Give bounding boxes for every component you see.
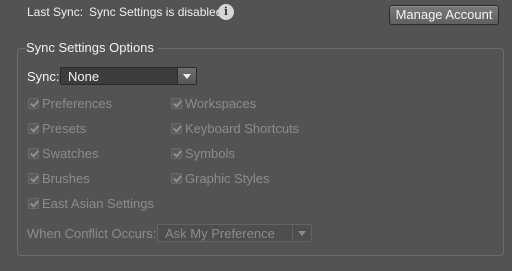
checkmark-icon[interactable] (171, 98, 182, 109)
checkmark-icon[interactable] (28, 98, 39, 109)
checkbox-label: Presets (42, 121, 87, 136)
checkmark-icon[interactable] (28, 148, 39, 159)
checkbox-label: Brushes (42, 171, 90, 186)
checkmark-icon[interactable] (28, 123, 39, 134)
conflict-dropdown-value: Ask My Preference (165, 226, 275, 241)
sync-label: Sync: (27, 69, 60, 84)
checkbox-label: Symbols (185, 146, 235, 161)
conflict-label: When Conflict Occurs: (27, 226, 157, 241)
checkbox-label: Swatches (42, 146, 99, 161)
checkmark-icon[interactable] (171, 148, 182, 159)
chevron-down-icon[interactable] (292, 225, 311, 241)
checkmark-icon[interactable] (28, 198, 39, 209)
checkbox-label: Graphic Styles (185, 171, 270, 186)
checkbox-label: East Asian Settings (42, 196, 155, 211)
manage-account-button[interactable]: Manage Account (389, 5, 499, 25)
sync-dropdown-value: None (68, 69, 100, 84)
info-icon[interactable]: i (218, 4, 234, 20)
last-sync-label: Last Sync: (27, 5, 84, 19)
last-sync-value: Sync Settings is disabled (89, 5, 223, 19)
chevron-down-icon[interactable] (177, 68, 196, 84)
checkbox-label: Preferences (42, 96, 113, 111)
checkbox-label: Keyboard Shortcuts (185, 121, 300, 136)
checkmark-icon[interactable] (28, 173, 39, 184)
checkmark-icon[interactable] (171, 173, 182, 184)
checkbox-label: Workspaces (185, 96, 257, 111)
checkmark-icon[interactable] (171, 123, 182, 134)
conflict-dropdown[interactable]: Ask My Preference (157, 224, 312, 242)
group-title: Sync Settings Options (26, 40, 158, 55)
sync-dropdown[interactable]: None (60, 67, 197, 85)
sync-status-bar: Last Sync: Sync Settings is disabled i M… (0, 0, 512, 30)
